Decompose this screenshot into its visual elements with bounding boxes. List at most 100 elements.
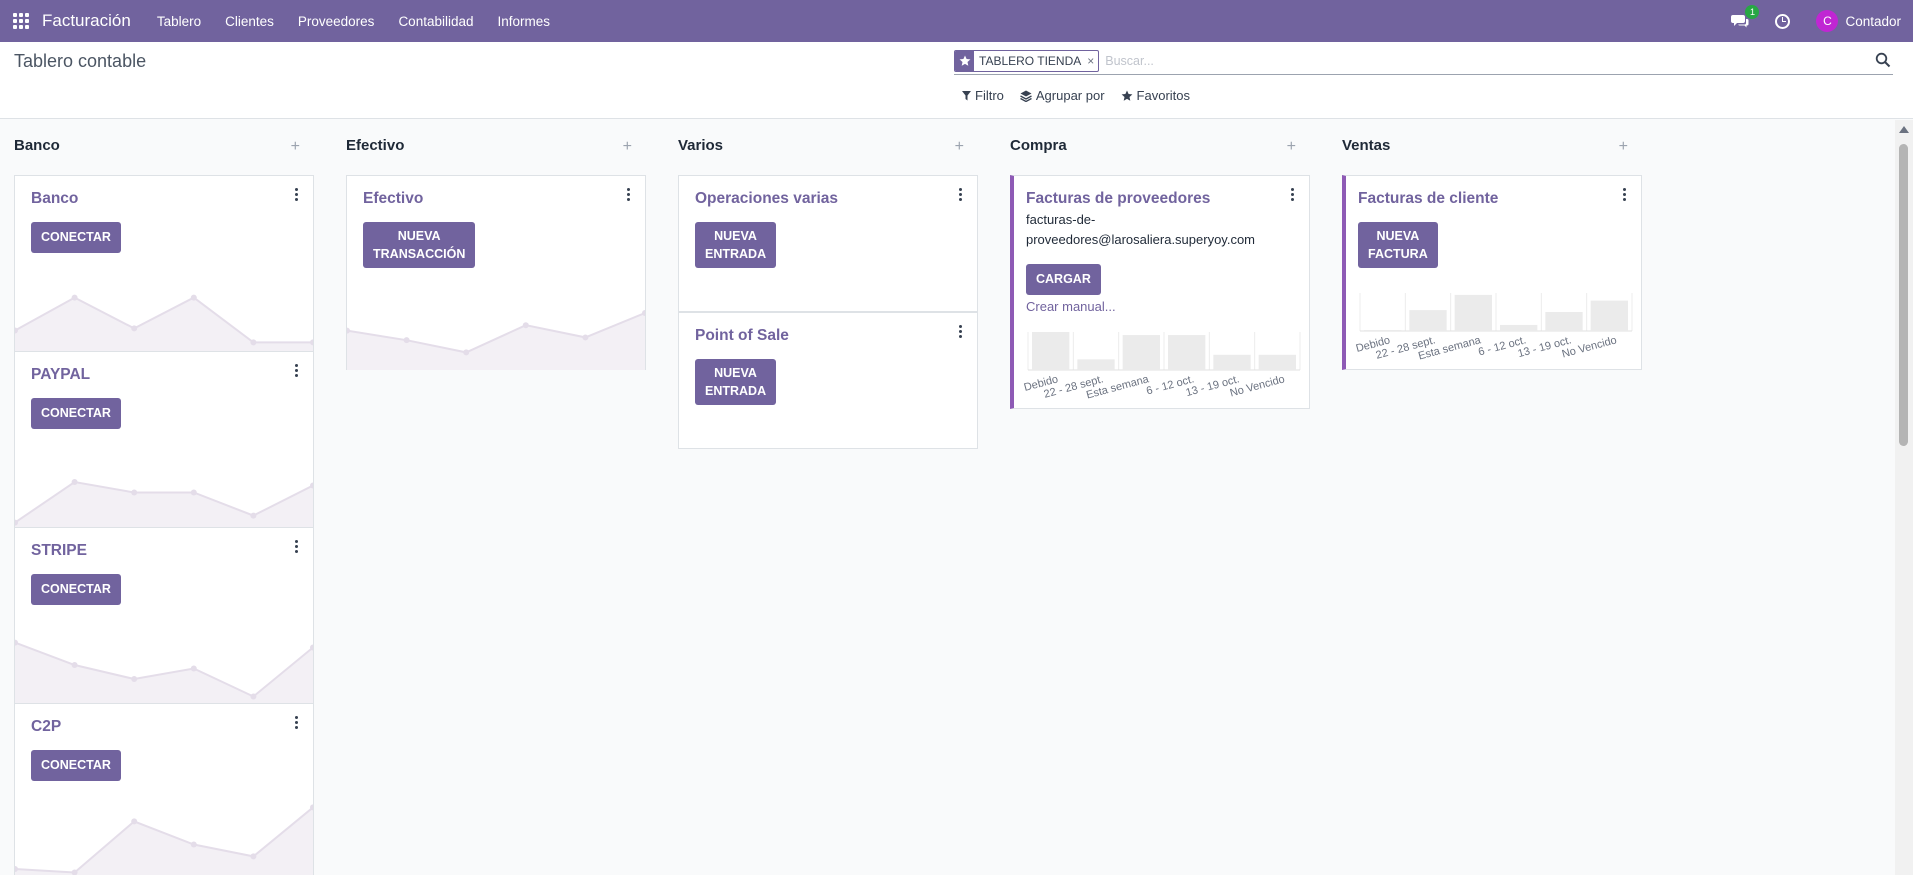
search-options: Filtro Agrupar por Favoritos (962, 88, 1190, 103)
column-add-icon[interactable]: + (623, 138, 632, 156)
group-by-button[interactable]: Agrupar por (1020, 88, 1105, 103)
card-title[interactable]: Facturas de cliente (1358, 190, 1498, 208)
card-title[interactable]: C2P (31, 718, 61, 736)
kebab-menu-icon[interactable] (295, 364, 299, 379)
favorites-label: Favoritos (1136, 88, 1191, 103)
menu-clientes[interactable]: Clientes (213, 14, 286, 29)
kebab-menu-icon[interactable] (1623, 188, 1627, 203)
new-entry-button[interactable]: NUEVA ENTRADA (695, 222, 777, 268)
chart-point (71, 662, 78, 668)
menu-proveedores[interactable]: Proveedores (286, 14, 387, 29)
facet-remove-icon[interactable]: × (1085, 51, 1098, 71)
journal-line-chart (347, 309, 645, 370)
kebab-menu-icon[interactable] (295, 188, 299, 203)
control-panel: Tablero contable TABLERO TIENDA × Filtro… (0, 42, 1913, 119)
card-title[interactable]: Banco (31, 190, 78, 208)
menu-tablero[interactable]: Tablero (145, 14, 213, 29)
journal-card-operaciones-varias: Operaciones varias NUEVA ENTRADA (678, 175, 978, 312)
page-title: Tablero contable (14, 51, 147, 71)
journal-line-chart (15, 639, 313, 704)
messages-badge: 1 (1745, 5, 1760, 19)
button-label-line1: NUEVA (714, 366, 757, 380)
chart-point (250, 339, 257, 346)
filter-button[interactable]: Filtro (962, 88, 1004, 103)
chart-area (347, 313, 645, 370)
layers-icon (1020, 90, 1032, 102)
connect-button[interactable]: CONECTAR (31, 222, 121, 253)
user-name: Contador (1845, 13, 1901, 29)
journal-card-facturas-proveedores: Facturas de proveedores facturas-de- pro… (1010, 175, 1310, 409)
connect-button[interactable]: CONECTAR (31, 574, 121, 605)
menu-informes[interactable]: Informes (486, 14, 563, 29)
column-header: Varios + (664, 120, 964, 176)
messages-icon[interactable]: 1 (1731, 5, 1760, 28)
button-label-line1: NUEVA (714, 229, 757, 243)
column-title: Compra (1010, 137, 1067, 154)
chart-bar (1077, 359, 1115, 370)
connect-button[interactable]: CONECTAR (31, 398, 121, 429)
user-menu[interactable]: C Contador (1816, 10, 1901, 32)
vertical-scrollbar[interactable] (1895, 120, 1913, 875)
column-add-icon[interactable]: + (955, 138, 964, 156)
journal-line-chart (15, 294, 313, 352)
column-add-icon[interactable]: + (1619, 138, 1628, 156)
card-title[interactable]: Efectivo (363, 190, 423, 208)
card-title[interactable]: PAYPAL (31, 366, 90, 384)
create-manual-link[interactable]: Crear manual... (1026, 299, 1116, 314)
kebab-menu-icon[interactable] (959, 188, 963, 203)
chart-point (131, 325, 138, 332)
top-navbar: Facturación Tablero Clientes Proveedores… (0, 0, 1913, 42)
search-input[interactable] (1105, 53, 1893, 68)
column-banco: Banco + Banco CONECTAR PAYPAL CONECTAR S… (0, 120, 314, 875)
journal-bar-chart: Debido22 - 28 sept.Esta semana6 - 12 oct… (1355, 293, 1633, 363)
filter-label: Filtro (975, 88, 1004, 103)
chart-bar (1545, 312, 1583, 331)
column-add-icon[interactable]: + (1287, 138, 1296, 156)
column-header: Banco + (0, 120, 300, 176)
kebab-menu-icon[interactable] (959, 325, 963, 340)
activity-clock-icon[interactable] (1775, 13, 1791, 29)
card-title[interactable]: Operaciones varias (695, 190, 838, 208)
column-header: Ventas + (1328, 120, 1628, 176)
card-title[interactable]: STRIPE (31, 542, 87, 560)
column-varios: Varios + Operaciones varias NUEVA ENTRAD… (664, 120, 978, 449)
card-title[interactable]: Point of Sale (695, 327, 789, 345)
menu-contabilidad[interactable]: Contabilidad (386, 14, 485, 29)
upload-button[interactable]: CARGAR (1026, 264, 1101, 295)
journal-card-stripe: STRIPE CONECTAR (14, 527, 314, 704)
favorites-button[interactable]: Favoritos (1121, 88, 1190, 103)
connect-button[interactable]: CONECTAR (31, 750, 121, 781)
scroll-up-arrow-icon[interactable] (1899, 126, 1909, 133)
chart-point (190, 841, 197, 848)
kebab-menu-icon[interactable] (1291, 188, 1295, 203)
search-icon[interactable] (1875, 52, 1891, 68)
button-label-line1: NUEVA (1376, 229, 1420, 243)
email-line2: proveedores@larosaliera.superyoy.com (1026, 232, 1256, 247)
scroll-thumb[interactable] (1899, 144, 1908, 446)
button-label-line1: NUEVA (397, 229, 441, 243)
card-title[interactable]: Facturas de proveedores (1026, 190, 1210, 208)
new-entry-button[interactable]: NUEVA ENTRADA (695, 359, 777, 405)
kebab-menu-icon[interactable] (627, 188, 631, 203)
column-title: Ventas (1342, 137, 1391, 154)
chart-point (190, 489, 197, 496)
kebab-menu-icon[interactable] (295, 540, 299, 555)
button-label-line2: ENTRADA (705, 247, 767, 261)
app-brand[interactable]: Facturación (42, 11, 131, 31)
chart-point (131, 489, 138, 496)
chart-bar (1258, 354, 1296, 370)
column-efectivo: Efectivo + Efectivo NUEVA TRANSACCIÓN (332, 120, 646, 370)
column-header: Compra + (996, 120, 1296, 176)
column-header: Efectivo + (332, 120, 632, 176)
journal-card-banco: Banco CONECTAR (14, 175, 314, 352)
new-invoice-button[interactable]: NUEVA FACTURA (1358, 222, 1438, 268)
chart-bar (1213, 354, 1251, 370)
journal-card-facturas-cliente: Facturas de cliente NUEVA FACTURA Debido… (1342, 175, 1642, 370)
chart-point (71, 479, 78, 485)
apps-menu-icon[interactable] (0, 0, 42, 42)
chart-point (71, 294, 78, 301)
new-transaction-button[interactable]: NUEVA TRANSACCIÓN (363, 222, 476, 268)
column-add-icon[interactable]: + (291, 138, 300, 156)
kebab-menu-icon[interactable] (295, 716, 299, 731)
chart-bar (1168, 335, 1206, 370)
